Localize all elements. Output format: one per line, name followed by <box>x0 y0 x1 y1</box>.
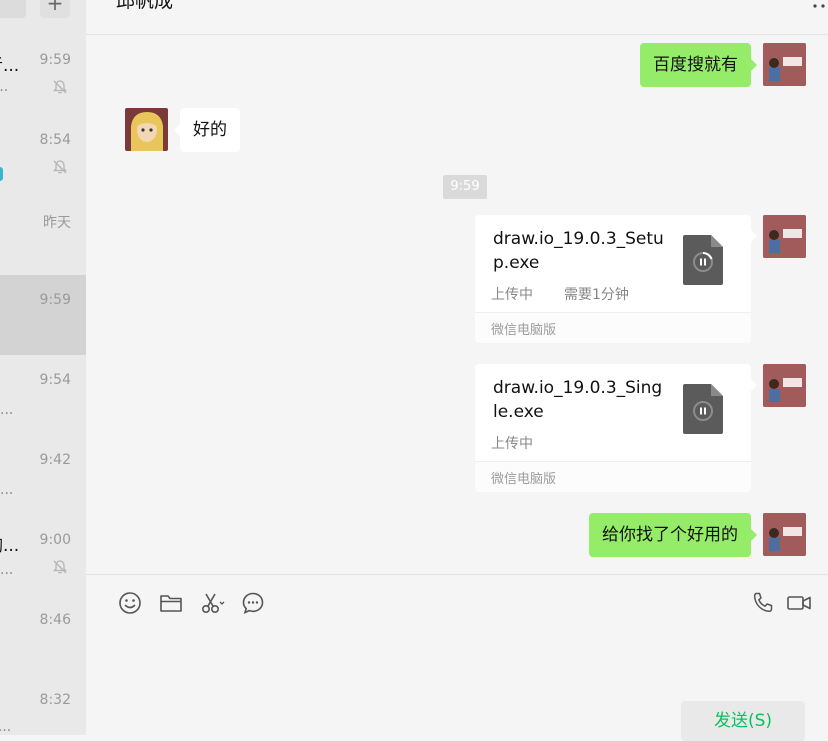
self-avatar[interactable] <box>763 215 806 258</box>
emoji-icon[interactable] <box>117 590 143 616</box>
message-bubble-self[interactable]: 给你找了个好用的 <box>589 513 751 557</box>
chat-list-item-selected[interactable]: 9:59 <box>0 275 86 355</box>
file-message-card[interactable]: draw.io_19.0.3_Single.exe 上传中 微信电脑版 <box>475 364 751 492</box>
send-button[interactable]: 发送(S) <box>681 701 805 741</box>
file-card-footer: 微信电脑版 <box>475 461 751 492</box>
chat-time: 9:59 <box>39 52 71 68</box>
upload-status: 上传中 <box>491 436 533 452</box>
scissors-screenshot-icon[interactable] <box>199 590 225 616</box>
chat-time: 9:42 <box>39 452 71 468</box>
message-bubble-contact[interactable]: 好的 <box>180 108 240 152</box>
video-call-icon[interactable] <box>786 590 812 616</box>
more-options-icon[interactable] <box>812 2 826 10</box>
file-card-footer: 微信电脑版 <box>475 312 751 343</box>
bubble-tail <box>751 529 757 541</box>
chat-time: 8:32 <box>39 692 71 708</box>
mute-bell-icon <box>52 160 68 174</box>
bubble-tail <box>751 379 757 391</box>
folder-icon[interactable] <box>158 590 184 616</box>
self-avatar[interactable] <box>763 513 806 556</box>
chat-preview: 看... <box>0 402 14 418</box>
chat-list-item[interactable]: 陶... 9:00 是... <box>0 515 86 595</box>
bubble-tail <box>751 230 757 242</box>
chat-title: 邱帆成 <box>116 0 174 12</box>
chat-time: 9:54 <box>39 372 71 388</box>
avatar-cartoon-icon <box>763 43 806 86</box>
file-name: draw.io_19.0.3_Single.exe <box>493 378 663 422</box>
file-source-label: 微信电脑版 <box>491 472 557 487</box>
list-top-bar: + <box>0 0 86 20</box>
file-name: draw.io_19.0.3_Setup.exe <box>493 229 664 273</box>
mute-bell-icon <box>52 560 68 574</box>
chat-list-item[interactable]: 8:46 <box>0 595 86 675</box>
mute-bell-icon <box>52 80 68 94</box>
chat-list-item[interactable]: 8:32 ? ... <box>0 675 86 735</box>
avatar-cartoon-icon <box>763 215 806 258</box>
message-composer[interactable]: 发送(S) <box>86 574 828 741</box>
file-uploading-icon[interactable] <box>683 235 723 285</box>
chat-time: 8:46 <box>39 612 71 628</box>
file-paused-icon[interactable] <box>683 384 723 434</box>
contact-avatar[interactable] <box>125 108 168 151</box>
upload-status: 上传中 <box>491 287 533 303</box>
chat-preview: 最... <box>0 482 14 498</box>
avatar-anime-girl-icon <box>125 108 168 151</box>
file-source-label: 微信电脑版 <box>491 323 557 338</box>
bubble-tail <box>751 59 757 71</box>
chat-list-pane: + 者... 9:59 3... 8:54 昨天 9:59 9:54 看... … <box>0 0 86 735</box>
chat-name: 者... <box>0 56 20 76</box>
chat-time: 9:00 <box>39 532 71 548</box>
search-input[interactable] <box>0 0 26 18</box>
file-message-card[interactable]: draw.io_19.0.3_Setup.exe 上传中 需要1分钟 微信电脑版 <box>475 215 751 343</box>
chat-preview: 是... <box>0 562 14 578</box>
self-avatar[interactable] <box>763 364 806 407</box>
self-avatar[interactable] <box>763 43 806 86</box>
chat-list-item[interactable]: 者... 9:59 3... <box>0 35 86 115</box>
voice-call-icon[interactable] <box>750 590 776 616</box>
add-chat-button[interactable]: + <box>40 0 70 18</box>
chat-name: 陶... <box>0 536 20 556</box>
chat-time: 8:54 <box>39 132 71 148</box>
chat-header: 邱帆成 <box>86 0 828 35</box>
chat-list-item[interactable]: 昨天 <box>0 195 86 275</box>
avatar-cartoon-icon <box>763 364 806 407</box>
chat-list-item[interactable]: 9:42 最... <box>0 435 86 515</box>
chat-time: 昨天 <box>43 215 71 231</box>
time-divider: 9:59 <box>443 175 487 199</box>
chat-list-item[interactable]: 8:54 <box>0 115 86 195</box>
message-bubble-self[interactable]: 百度搜就有 <box>640 43 751 87</box>
chat-list-item[interactable]: 9:54 看... <box>0 355 86 435</box>
unread-indicator <box>0 167 3 181</box>
chat-time: 9:59 <box>39 292 71 308</box>
chat-preview: 3... <box>0 79 9 95</box>
chat-preview: ? ... <box>0 719 12 735</box>
upload-eta: 需要1分钟 <box>564 287 629 303</box>
chat-history-icon[interactable] <box>240 590 266 616</box>
avatar-cartoon-icon <box>763 513 806 556</box>
